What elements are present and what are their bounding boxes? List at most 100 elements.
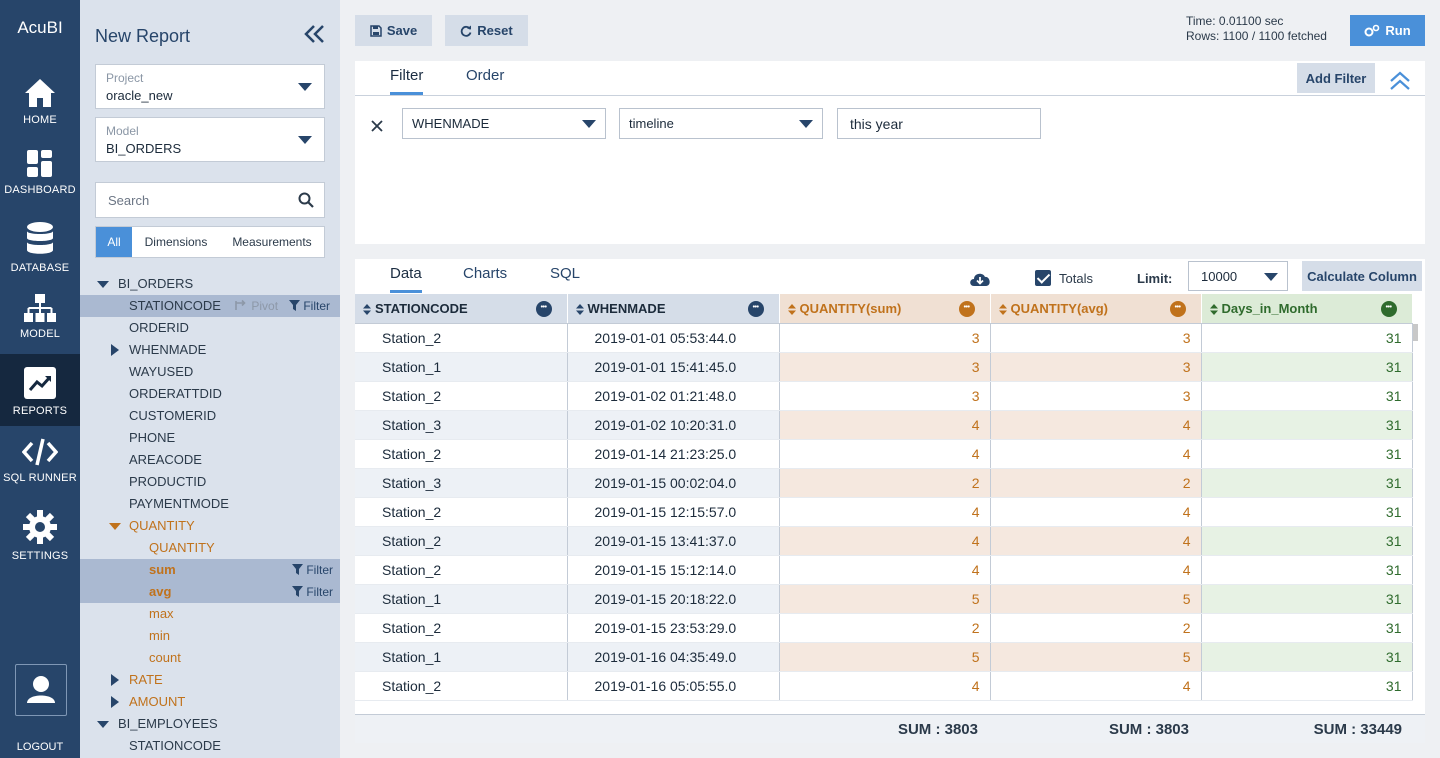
tab-sql[interactable]: SQL: [550, 265, 580, 290]
table-row[interactable]: Station_2 2019-01-15 12:15:57.0 4 4 31: [355, 497, 1413, 527]
run-button[interactable]: Run: [1350, 15, 1425, 46]
tree-field-stationcode[interactable]: STATIONCODE Pivot Filter: [80, 295, 340, 317]
table-row[interactable]: Station_3 2019-01-02 10:20:31.0 4 4 31: [355, 410, 1413, 440]
table-row[interactable]: Station_2 2019-01-15 13:41:37.0 4 4 31: [355, 526, 1413, 556]
table-row[interactable]: Station_2 2019-01-15 15:12:14.0 4 4 31: [355, 555, 1413, 585]
tree-field-paymentmode[interactable]: PAYMENTMODE: [80, 493, 340, 515]
table-row[interactable]: Station_2 2019-01-01 05:53:44.0 3 3 31: [355, 323, 1413, 353]
tab-charts[interactable]: Charts: [463, 265, 507, 290]
tree-field-phone[interactable]: PHONE: [80, 427, 340, 449]
totals-footer: SUM : 3803 SUM : 3803 SUM : 33449: [355, 714, 1425, 743]
column-header-whenmade[interactable]: WHENMADE: [567, 294, 780, 324]
column-menu-icon[interactable]: [535, 300, 552, 317]
sort-icon[interactable]: [575, 303, 584, 315]
user-avatar[interactable]: [15, 664, 67, 716]
tab-all[interactable]: All: [96, 227, 132, 257]
collapse-sidebar-icon[interactable]: [304, 24, 326, 44]
column-header-stationcode[interactable]: STATIONCODE: [355, 294, 568, 324]
tree-table-bi-orders[interactable]: BI_ORDERS: [80, 273, 340, 295]
tree-field-customerid[interactable]: CUSTOMERID: [80, 405, 340, 427]
tree-field-wayused[interactable]: WAYUSED: [80, 361, 340, 383]
table-cell: 31: [1201, 497, 1413, 527]
nav-sql-runner[interactable]: SQL RUNNER: [0, 438, 80, 484]
search-input[interactable]: [108, 193, 288, 208]
table-cell: 4: [779, 526, 991, 556]
tree-agg-min[interactable]: min: [80, 625, 340, 647]
table-row[interactable]: Station_2 2019-01-15 23:53:29.0 2 2 31: [355, 613, 1413, 643]
filter-field-select[interactable]: WHENMADE: [402, 108, 606, 139]
tree-measure-rate[interactable]: RATE: [80, 669, 340, 691]
calculate-column-button[interactable]: Calculate Column: [1302, 261, 1422, 291]
tree-measure-amount[interactable]: AMOUNT: [80, 691, 340, 713]
column-menu-icon[interactable]: [1380, 300, 1397, 317]
table-row[interactable]: Station_1 2019-01-01 15:41:45.0 3 3 31: [355, 352, 1413, 382]
tree-field-stationcode-2[interactable]: STATIONCODE: [80, 735, 340, 757]
logout-link[interactable]: LOGOUT: [0, 741, 80, 753]
table-row[interactable]: Station_1 2019-01-16 04:35:49.0 5 5 31: [355, 642, 1413, 672]
sum-days-in-month: SUM : 33449: [1313, 721, 1402, 738]
tree-table-bi-employees[interactable]: BI_EMPLOYEES: [80, 713, 340, 735]
column-menu-icon[interactable]: [747, 300, 764, 317]
remove-filter-icon[interactable]: [371, 120, 383, 132]
totals-toggle[interactable]: Totals: [1035, 270, 1093, 286]
tab-dimensions[interactable]: Dimensions: [132, 227, 220, 257]
tab-filter[interactable]: Filter: [390, 67, 424, 95]
search-icon[interactable]: [298, 192, 314, 208]
sort-icon[interactable]: [787, 303, 796, 315]
sort-icon[interactable]: [363, 303, 371, 315]
limit-select[interactable]: 10000: [1188, 261, 1288, 291]
nav-settings[interactable]: SETTINGS: [0, 510, 80, 562]
filter-action[interactable]: Filter: [292, 581, 333, 603]
project-select[interactable]: Project oracle_new: [95, 64, 325, 109]
sort-icon[interactable]: [1209, 303, 1218, 315]
column-header-quantity-avg[interactable]: QUANTITY(avg): [990, 294, 1202, 324]
nav-model[interactable]: MODEL: [0, 294, 80, 340]
table-row[interactable]: Station_2 2019-01-16 05:05:55.0 4 4 31: [355, 671, 1413, 701]
table-row[interactable]: Station_2 2019-01-02 01:21:48.0 3 3 31: [355, 381, 1413, 411]
tree-field-productid[interactable]: PRODUCTID: [80, 471, 340, 493]
nav-reports[interactable]: REPORTS: [0, 354, 80, 426]
collapse-panel-icon[interactable]: [1389, 71, 1411, 91]
tree-field-orderid[interactable]: ORDERID: [80, 317, 340, 339]
filter-action[interactable]: Filter: [292, 559, 333, 581]
table-row[interactable]: Station_2 2019-01-14 21:23:25.0 4 4 31: [355, 439, 1413, 469]
model-select[interactable]: Model BI_ORDERS: [95, 117, 325, 162]
table-cell: 2: [990, 468, 1202, 498]
table-scrollbar[interactable]: [1413, 324, 1418, 341]
column-header-days-in-month[interactable]: Days_in_Month: [1201, 294, 1413, 324]
tree-measure-quantity[interactable]: QUANTITY: [80, 515, 340, 537]
tab-measurements[interactable]: Measurements: [220, 227, 324, 257]
column-menu-icon[interactable]: [958, 300, 975, 317]
filter-action[interactable]: Filter: [289, 295, 330, 317]
column-menu-icon[interactable]: [1169, 300, 1186, 317]
tab-data[interactable]: Data: [390, 265, 422, 293]
tree-agg-quantity[interactable]: QUANTITY: [80, 537, 340, 559]
tree-agg-count[interactable]: count: [80, 647, 340, 669]
tree-agg-sum[interactable]: sum Filter: [80, 559, 340, 581]
tree-field-whenmade[interactable]: WHENMADE: [80, 339, 340, 361]
save-button[interactable]: Save: [355, 15, 432, 46]
totals-checkbox[interactable]: [1035, 270, 1051, 286]
download-icon[interactable]: [968, 270, 992, 288]
tab-order[interactable]: Order: [466, 67, 504, 92]
nav-dashboard[interactable]: DASHBOARD: [0, 150, 80, 196]
tree-agg-avg[interactable]: avg Filter: [80, 581, 340, 603]
sort-icon[interactable]: [998, 303, 1007, 315]
filter-operator-select[interactable]: timeline: [619, 108, 823, 139]
nav-home[interactable]: HOME: [0, 78, 80, 126]
column-header-quantity-sum[interactable]: QUANTITY(sum): [779, 294, 991, 324]
table-cell: Station_2: [355, 671, 568, 701]
code-icon: [22, 438, 58, 466]
query-time: Time: 0.01100 sec: [1186, 14, 1284, 28]
table-cell: 31: [1201, 555, 1413, 585]
table-row[interactable]: Station_1 2019-01-15 20:18:22.0 5 5 31: [355, 584, 1413, 614]
tree-field-orderattdid[interactable]: ORDERATTDID: [80, 383, 340, 405]
tree-agg-max[interactable]: max: [80, 603, 340, 625]
tree-field-areacode[interactable]: AREACODE: [80, 449, 340, 471]
filter-value-input[interactable]: [837, 108, 1041, 139]
table-row[interactable]: Station_3 2019-01-15 00:02:04.0 2 2 31: [355, 468, 1413, 498]
add-filter-button[interactable]: Add Filter: [1297, 63, 1375, 93]
nav-database[interactable]: DATABASE: [0, 222, 80, 274]
reset-button[interactable]: Reset: [445, 15, 528, 46]
pivot-action[interactable]: Pivot: [234, 295, 278, 317]
